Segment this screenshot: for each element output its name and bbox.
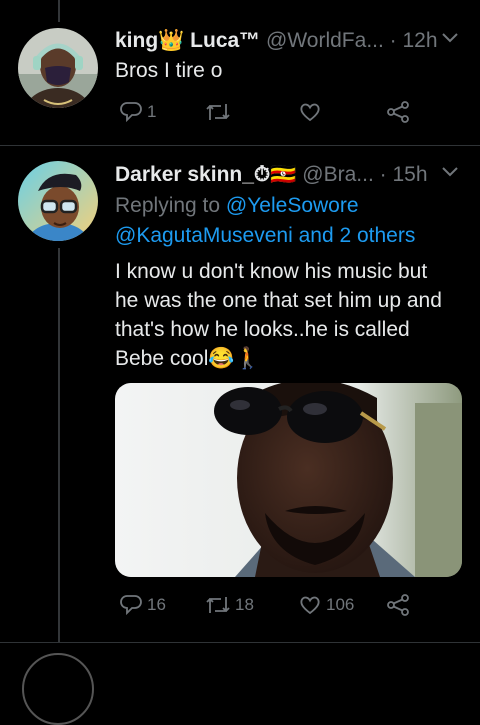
reply-icon — [120, 102, 142, 123]
reply-button[interactable]: 1 — [119, 100, 156, 124]
timestamp[interactable]: · 12h — [390, 29, 438, 52]
crown-emoji: 👑 — [158, 29, 185, 52]
mention-link[interactable]: @YeleSowore — [226, 194, 359, 217]
retweet-count: 18 — [235, 595, 254, 614]
reply-button[interactable]: 16 — [119, 593, 166, 617]
tweet-1[interactable]: king👑 Luca™ @WorldFa... · 12h Bros I tir… — [0, 0, 480, 145]
reply-count: 1 — [147, 102, 157, 121]
reply-icon — [120, 595, 142, 616]
tweet-actions: 1 — [115, 100, 415, 130]
like-button[interactable] — [298, 100, 326, 124]
tweet-header: king👑 Luca™ @WorldFa... · 12h — [115, 28, 438, 54]
thread-line-bottom — [58, 248, 60, 642]
handle[interactable]: @Bra... — [302, 163, 374, 186]
tweet-header: Darker skinn_⏱🇺🇬 @Bra... · 15h — [115, 162, 428, 188]
share-button[interactable] — [385, 100, 411, 124]
name-emoji: ⏱🇺🇬 — [253, 163, 297, 186]
tweet-text: Bros I tire o — [115, 59, 223, 82]
display-name[interactable]: Darker skinn_⏱🇺🇬 — [115, 163, 296, 186]
avatar[interactable] — [22, 653, 94, 725]
chevron-down-icon[interactable] — [440, 30, 460, 49]
retweet-button[interactable]: 18 — [205, 593, 254, 617]
share-icon — [387, 101, 409, 123]
share-icon — [387, 594, 409, 616]
reply-count: 16 — [147, 595, 166, 614]
avatar[interactable] — [18, 28, 98, 108]
tweet-text: I know u don't know his music but he was… — [115, 260, 442, 370]
mention-link[interactable]: @KagutaMuseveni and 2 others — [115, 224, 415, 247]
replying-to: Replying to @YeleSowore @KagutaMuseveni … — [115, 194, 416, 247]
avatar[interactable] — [18, 161, 98, 241]
tweet-image[interactable] — [115, 383, 462, 577]
retweet-icon — [206, 597, 230, 613]
retweet-button[interactable] — [205, 100, 235, 124]
chevron-down-icon[interactable] — [440, 164, 460, 183]
like-count: 106 — [326, 595, 355, 614]
timestamp[interactable]: · 15h — [380, 163, 428, 186]
text-emoji: 😂🚶 — [208, 347, 261, 370]
like-button[interactable]: 106 — [298, 593, 354, 617]
divider — [0, 642, 480, 643]
tweet-actions: 16 18 106 — [115, 593, 415, 623]
like-icon — [300, 596, 320, 615]
share-button[interactable] — [385, 593, 411, 617]
retweet-icon — [206, 104, 230, 120]
handle[interactable]: @WorldFa... — [266, 29, 384, 52]
display-name[interactable]: king👑 Luca™ — [115, 29, 260, 52]
like-icon — [300, 103, 320, 122]
